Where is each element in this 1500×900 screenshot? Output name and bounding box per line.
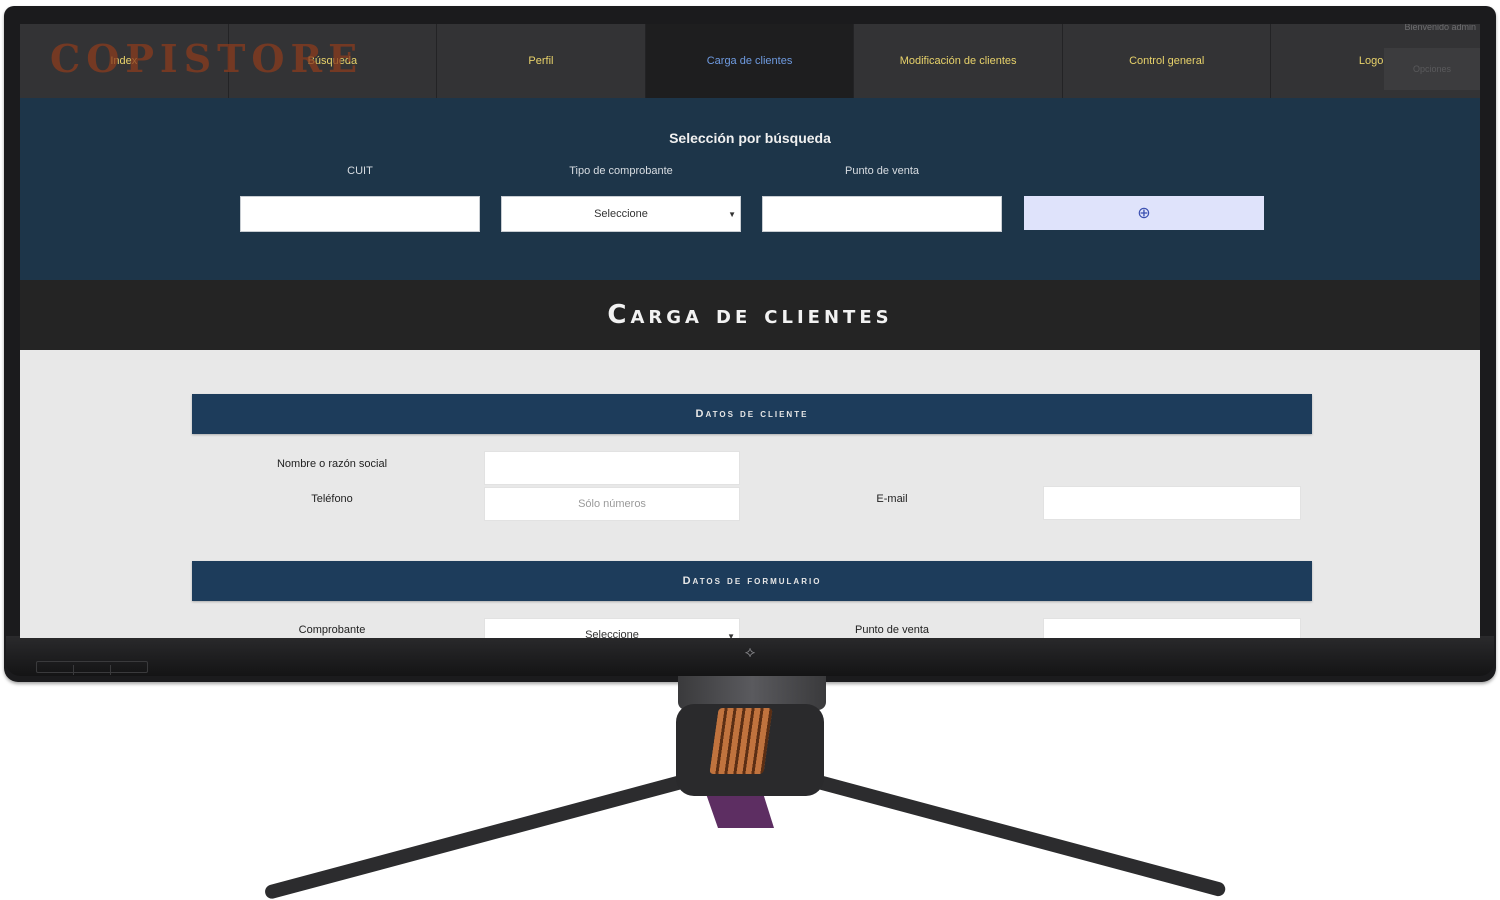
- section-datos-cliente: Datos de cliente: [192, 394, 1312, 434]
- comprobante-value: Seleccione: [585, 629, 639, 638]
- options-button[interactable]: Opciones: [1384, 48, 1480, 90]
- nav-label: Index: [110, 55, 138, 67]
- cuit-label: CUIT: [347, 165, 373, 177]
- nav-label: Control general: [1129, 55, 1205, 67]
- tipo-comprobante-value: Seleccione: [594, 208, 648, 220]
- nav-item-index[interactable]: Index: [20, 24, 229, 98]
- nav-item-carga-clientes[interactable]: Carga de clientes: [645, 24, 855, 98]
- email-label: E-mail: [876, 493, 908, 505]
- comprobante-label: Comprobante: [298, 624, 366, 636]
- tipo-comprobante-label: Tipo de comprobante: [569, 165, 673, 177]
- dropdown-caret-icon: ▼: [727, 632, 735, 638]
- monitor-sticker: [36, 661, 148, 675]
- section-datos-formulario: Datos de formulario: [192, 561, 1312, 601]
- punto-venta-input[interactable]: [762, 196, 1002, 232]
- cuit-input[interactable]: [240, 196, 480, 232]
- nav-item-modificacion-clientes[interactable]: Modificación de clientes: [854, 24, 1063, 98]
- rog-logo-icon: ⟡: [744, 642, 756, 661]
- page-title: Carga de clientes: [607, 300, 893, 330]
- search-submit-button[interactable]: ⊕: [1024, 196, 1264, 230]
- stand-leg-right: [798, 770, 1227, 898]
- nav-item-perfil[interactable]: Perfil: [437, 24, 646, 98]
- telefono-label: Teléfono: [311, 493, 353, 505]
- search-panel: Selección por búsqueda CUIT Tipo de comp…: [20, 98, 1480, 280]
- telefono-placeholder: Sólo números: [578, 498, 646, 510]
- top-nav: Index Búsqueda Perfil Carga de clientes …: [20, 24, 1480, 98]
- form-punto-venta-label: Punto de venta: [854, 624, 929, 636]
- welcome-text: Bienvenido admin: [1404, 24, 1476, 32]
- form-punto-venta-input[interactable]: [1043, 618, 1301, 638]
- nav-item-busqueda[interactable]: Búsqueda: [229, 24, 438, 98]
- page-title-band: Carga de clientes: [20, 280, 1480, 350]
- options-label: Opciones: [1412, 64, 1452, 74]
- telefono-input[interactable]: Sólo números: [484, 487, 740, 521]
- nombre-input[interactable]: [484, 451, 740, 485]
- nav-label: Modificación de clientes: [899, 55, 1017, 67]
- punto-venta-label: Punto de venta: [844, 165, 919, 177]
- screen: Index Búsqueda Perfil Carga de clientes …: [20, 24, 1480, 638]
- nav-label: Carga de clientes: [706, 55, 793, 67]
- nombre-label: Nombre o razón social: [276, 458, 388, 470]
- nav-item-control-general[interactable]: Control general: [1063, 24, 1272, 98]
- email-input[interactable]: [1043, 486, 1301, 520]
- section-title: Datos de formulario: [682, 575, 822, 587]
- stand-heatsink: [709, 708, 773, 774]
- nav-label: Búsqueda: [307, 55, 358, 67]
- comprobante-select[interactable]: Seleccione ▼: [484, 618, 740, 638]
- globe-icon: ⊕: [1137, 205, 1151, 222]
- dropdown-caret-icon: ▼: [728, 210, 736, 219]
- section-title: Datos de cliente: [695, 408, 809, 420]
- search-title: Selección por búsqueda: [669, 130, 831, 146]
- tipo-comprobante-select[interactable]: Seleccione ▼: [501, 196, 741, 232]
- stand-leg-left: [263, 770, 702, 900]
- nav-label: Perfil: [528, 55, 554, 67]
